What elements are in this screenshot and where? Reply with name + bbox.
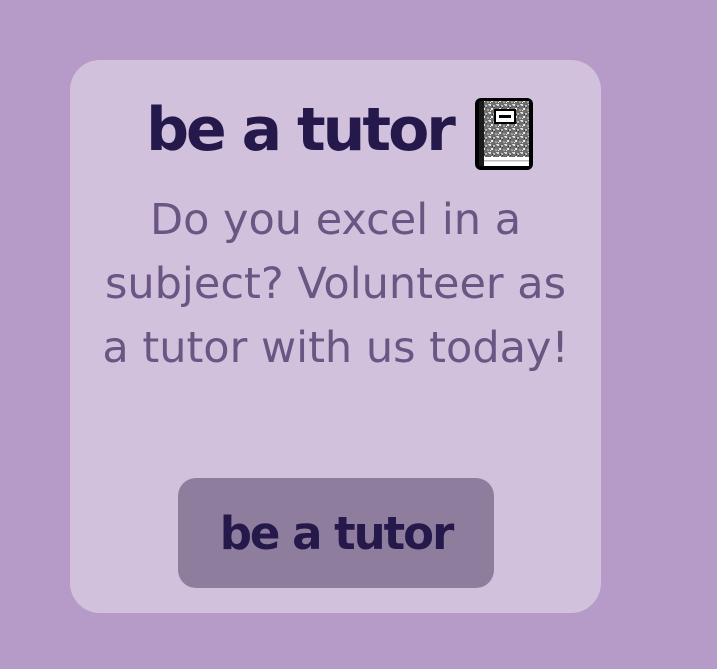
button-label: be a tutor xyxy=(219,506,455,560)
card-title: be a tutor xyxy=(146,95,456,165)
tutor-card: be a tutor Do you excel in a subject? Vo… xyxy=(70,60,601,613)
card-header: be a tutor xyxy=(70,90,601,170)
card-description: Do you excel in a subject? Volunteer as … xyxy=(102,195,569,373)
notebook-icon xyxy=(474,98,533,170)
be-a-tutor-button[interactable]: be a tutor xyxy=(178,478,494,588)
